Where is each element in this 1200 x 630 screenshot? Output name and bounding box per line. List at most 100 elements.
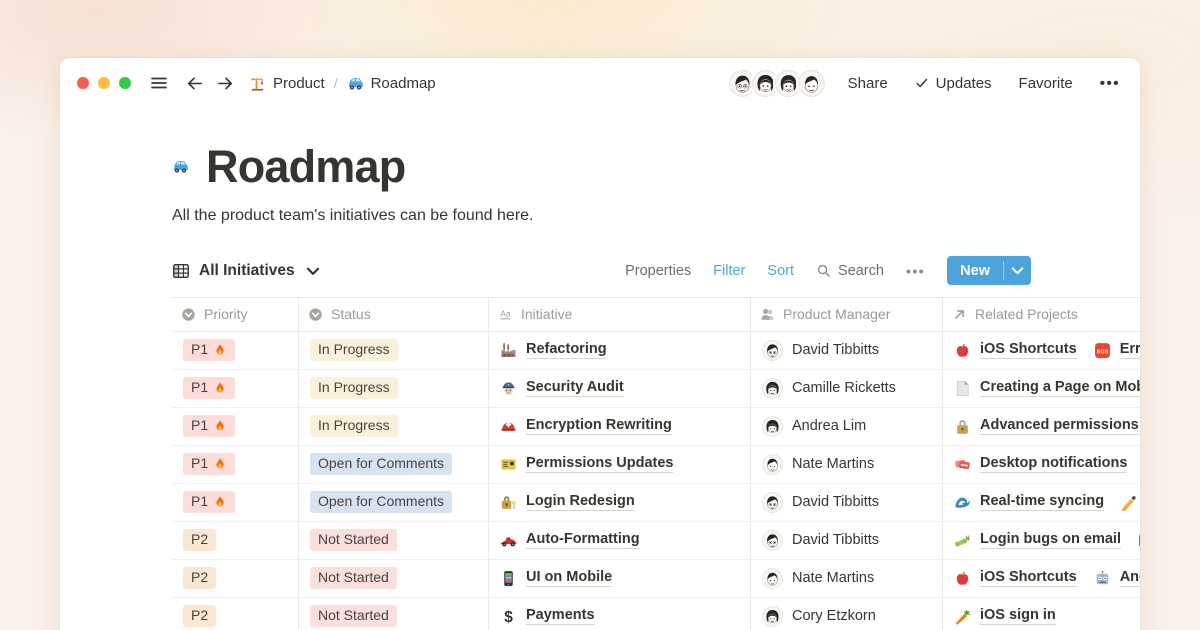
related-projects-cell[interactable]: Creating a Page on Mob <box>942 370 1140 407</box>
page-link[interactable]: Auto-Formatting <box>500 531 640 549</box>
related-projects-cell[interactable]: iOS Shortcuts SOSErro <box>942 332 1140 369</box>
avatar[interactable] <box>796 68 827 99</box>
product-manager-cell[interactable]: Cory Etzkorn <box>750 598 942 630</box>
person-chip[interactable]: Nate Martins <box>762 568 874 589</box>
share-button[interactable]: Share <box>848 75 888 92</box>
column-header-initiative[interactable]: AaInitiative <box>488 298 750 331</box>
initiative-cell[interactable]: Permissions Updates <box>488 446 750 483</box>
priority-cell[interactable]: P2 <box>172 560 298 597</box>
car-icon[interactable] <box>172 158 189 175</box>
product-manager-cell[interactable]: Nate Martins <box>750 560 942 597</box>
related-page-link[interactable]: Desktop notifications <box>954 455 1127 473</box>
priority-cell[interactable]: P2 <box>172 598 298 630</box>
status-cell[interactable]: Not Started <box>298 522 488 559</box>
priority-cell[interactable]: P1 <box>172 408 298 445</box>
related-page-link[interactable]: Real-time syncing <box>954 493 1104 511</box>
forward-arrow-icon[interactable] <box>216 74 235 93</box>
page-link[interactable]: $Payments <box>500 607 595 625</box>
status-cell[interactable]: Not Started <box>298 560 488 597</box>
related-projects-cell[interactable]: iOS Shortcuts And <box>942 560 1140 597</box>
initiative-cell[interactable]: Login Redesign <box>488 484 750 521</box>
related-page-link[interactable]: iOS Shortcuts <box>954 569 1077 587</box>
page-description[interactable]: All the product team's initiatives can b… <box>172 207 1140 225</box>
breadcrumb-item-roadmap[interactable]: Roadmap <box>347 75 436 92</box>
related-projects-cell[interactable]: Desktop notifications <box>942 446 1140 483</box>
related-page-link[interactable]: SOS <box>1138 531 1140 549</box>
new-button[interactable]: New <box>947 256 1031 285</box>
priority-cell[interactable]: P1 <box>172 370 298 407</box>
new-button-label[interactable]: New <box>947 256 1003 285</box>
related-page-link[interactable]: SOSErro <box>1094 341 1140 359</box>
status-cell[interactable]: Open for Comments <box>298 484 488 521</box>
column-header-related-projects[interactable]: Related Projects <box>942 298 1140 331</box>
minimize-window-button[interactable] <box>98 77 110 89</box>
page-link[interactable]: UI on Mobile <box>500 569 612 587</box>
page-link[interactable]: Encryption Rewriting <box>500 417 672 435</box>
related-projects-cell[interactable]: iOS sign in <box>942 598 1140 630</box>
person-chip[interactable]: David Tibbitts <box>762 492 879 513</box>
person-chip[interactable]: Andrea Lim <box>762 416 866 437</box>
status-cell[interactable]: Not Started <box>298 598 488 630</box>
product-manager-cell[interactable]: David Tibbitts <box>750 332 942 369</box>
page-title[interactable]: Roadmap <box>206 142 405 192</box>
view-more-options-button[interactable]: ••• <box>906 263 925 279</box>
person-chip[interactable]: Camille Ricketts <box>762 378 896 399</box>
priority-cell[interactable]: P1 <box>172 446 298 483</box>
column-header-status[interactable]: Status <box>298 298 488 331</box>
person-name: David Tibbitts <box>792 494 879 510</box>
product-manager-cell[interactable]: David Tibbitts <box>750 522 942 559</box>
related-projects-cell[interactable]: Advanced permissions <box>942 408 1140 445</box>
related-page-link[interactable]: Creating a Page on Mob <box>954 379 1140 397</box>
close-window-button[interactable] <box>77 77 89 89</box>
priority-cell[interactable]: P1 <box>172 484 298 521</box>
back-arrow-icon[interactable] <box>185 74 204 93</box>
initiative-cell[interactable]: $Payments <box>488 598 750 630</box>
sort-button[interactable]: Sort <box>767 263 794 279</box>
related-projects-cell[interactable]: Login bugs on email SOS <box>942 522 1140 559</box>
filter-button[interactable]: Filter <box>713 263 745 279</box>
column-header-priority[interactable]: Priority <box>172 298 298 331</box>
breadcrumb-item-product[interactable]: Product <box>249 75 325 92</box>
favorite-button[interactable]: Favorite <box>1019 75 1073 92</box>
page-link[interactable]: Permissions Updates <box>500 455 673 473</box>
zoom-window-button[interactable] <box>119 77 131 89</box>
status-cell[interactable]: In Progress <box>298 408 488 445</box>
search-button[interactable]: Search <box>816 263 884 279</box>
initiative-cell[interactable]: Auto-Formatting <box>488 522 750 559</box>
related-page-link[interactable]: Login bugs on email <box>954 531 1121 549</box>
status-cell[interactable]: In Progress <box>298 332 488 369</box>
related-page-link[interactable] <box>1121 493 1138 511</box>
initiative-cell[interactable]: Security Audit <box>488 370 750 407</box>
initiative-cell[interactable]: Refactoring <box>488 332 750 369</box>
initiative-cell[interactable]: UI on Mobile <box>488 560 750 597</box>
new-dropdown-button[interactable] <box>1004 256 1031 285</box>
product-manager-cell[interactable]: Nate Martins <box>750 446 942 483</box>
page-link[interactable]: Security Audit <box>500 379 624 397</box>
related-projects-cell[interactable]: Real-time syncing <box>942 484 1140 521</box>
column-header-product-manager[interactable]: Product Manager <box>750 298 942 331</box>
status-cell[interactable]: Open for Comments <box>298 446 488 483</box>
collaborator-avatars <box>727 68 827 99</box>
updates-button[interactable]: Updates <box>915 75 992 92</box>
person-chip[interactable]: Nate Martins <box>762 454 874 475</box>
product-manager-cell[interactable]: Camille Ricketts <box>750 370 942 407</box>
person-chip[interactable]: Cory Etzkorn <box>762 606 876 627</box>
person-chip[interactable]: David Tibbitts <box>762 530 879 551</box>
product-manager-cell[interactable]: Andrea Lim <box>750 408 942 445</box>
initiative-cell[interactable]: Encryption Rewriting <box>488 408 750 445</box>
page-link[interactable]: Refactoring <box>500 341 607 359</box>
sidebar-menu-icon[interactable] <box>149 73 169 93</box>
product-manager-cell[interactable]: David Tibbitts <box>750 484 942 521</box>
person-chip[interactable]: David Tibbitts <box>762 340 879 361</box>
related-page-link[interactable]: Advanced permissions <box>954 417 1139 435</box>
status-cell[interactable]: In Progress <box>298 370 488 407</box>
more-options-button[interactable]: ••• <box>1100 75 1120 92</box>
related-page-link[interactable]: iOS sign in <box>954 607 1056 625</box>
page-link[interactable]: Login Redesign <box>500 493 635 511</box>
related-page-link[interactable]: And <box>1094 569 1140 587</box>
priority-cell[interactable]: P2 <box>172 522 298 559</box>
priority-cell[interactable]: P1 <box>172 332 298 369</box>
related-page-link[interactable]: iOS Shortcuts <box>954 341 1077 359</box>
properties-button[interactable]: Properties <box>625 263 691 279</box>
view-switcher[interactable]: All Initiatives <box>172 262 322 280</box>
